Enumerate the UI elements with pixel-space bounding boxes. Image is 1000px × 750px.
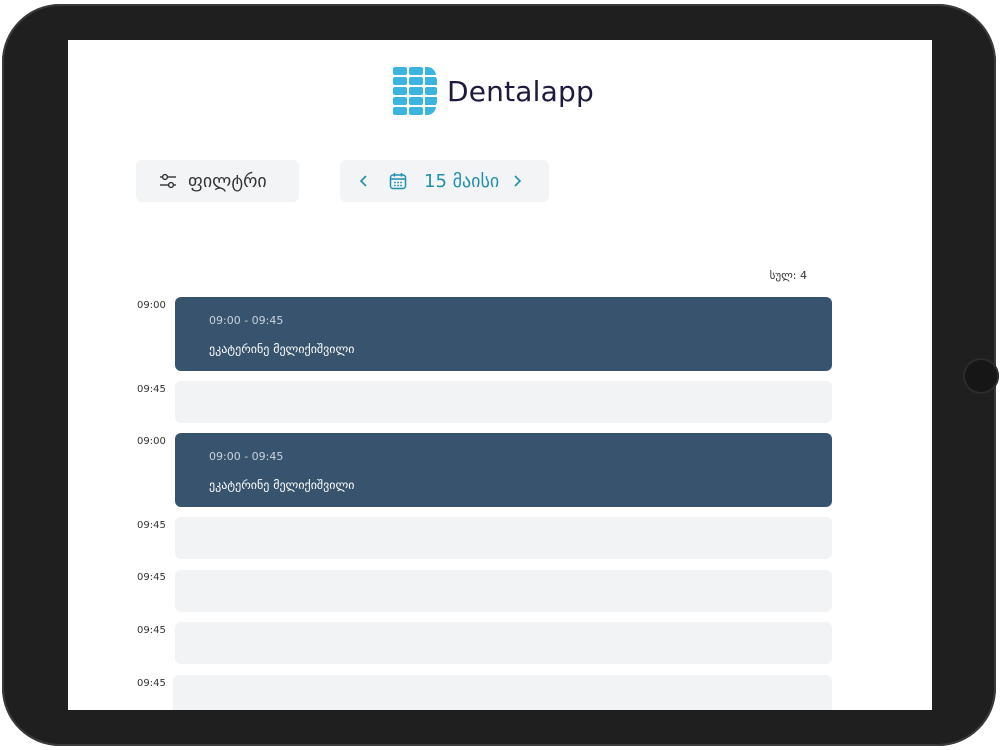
prev-day-button[interactable] [354,171,374,191]
tooth-logo-icon [393,67,437,115]
patient-name: ეკატერინე მელიქიშვილი [209,478,355,492]
empty-slot[interactable] [175,517,832,559]
row-time: 09:00 [137,436,166,447]
calendar-icon[interactable] [388,171,408,191]
filter-button[interactable]: ფილტრი [136,160,299,202]
row-time: 09:00 [137,300,166,311]
empty-slot[interactable] [175,622,832,664]
row-time: 09:45 [137,384,166,395]
row-time: 09:45 [137,520,166,531]
appointment-time-range: 09:00 - 09:45 [209,314,284,327]
app-name: Dentalapp [447,74,594,108]
empty-slot[interactable] [175,381,832,423]
chevron-left-icon [359,175,367,187]
row-time: 09:45 [137,625,166,636]
appointment-time-range: 09:00 - 09:45 [209,450,284,463]
row-time: 09:45 [137,678,166,689]
chevron-right-icon [514,175,522,187]
empty-slot[interactable] [175,570,832,612]
logo: Dentalapp [393,67,594,115]
app-screen: Dentalapp ფილტრი 15 მაისი სულ: 4 09:00 0… [68,40,932,710]
next-day-button[interactable] [507,171,527,191]
appointment-card[interactable]: 09:00 - 09:45 ეკატერინე მელიქიშვილი [175,297,832,371]
row-time: 09:45 [137,572,166,583]
empty-slot[interactable] [173,675,832,710]
patient-name: ეკატერინე მელიქიშვილი [209,342,355,356]
appointment-card[interactable]: 09:00 - 09:45 ეკატერინე მელიქიშვილი [175,433,832,507]
date-navigator: 15 მაისი [340,160,549,202]
tablet-home-button [963,358,999,394]
appointments-total: სულ: 4 [769,269,807,282]
selected-date[interactable]: 15 მაისი [424,171,499,192]
filter-label: ფილტრი [188,170,267,192]
sliders-icon [160,173,176,189]
